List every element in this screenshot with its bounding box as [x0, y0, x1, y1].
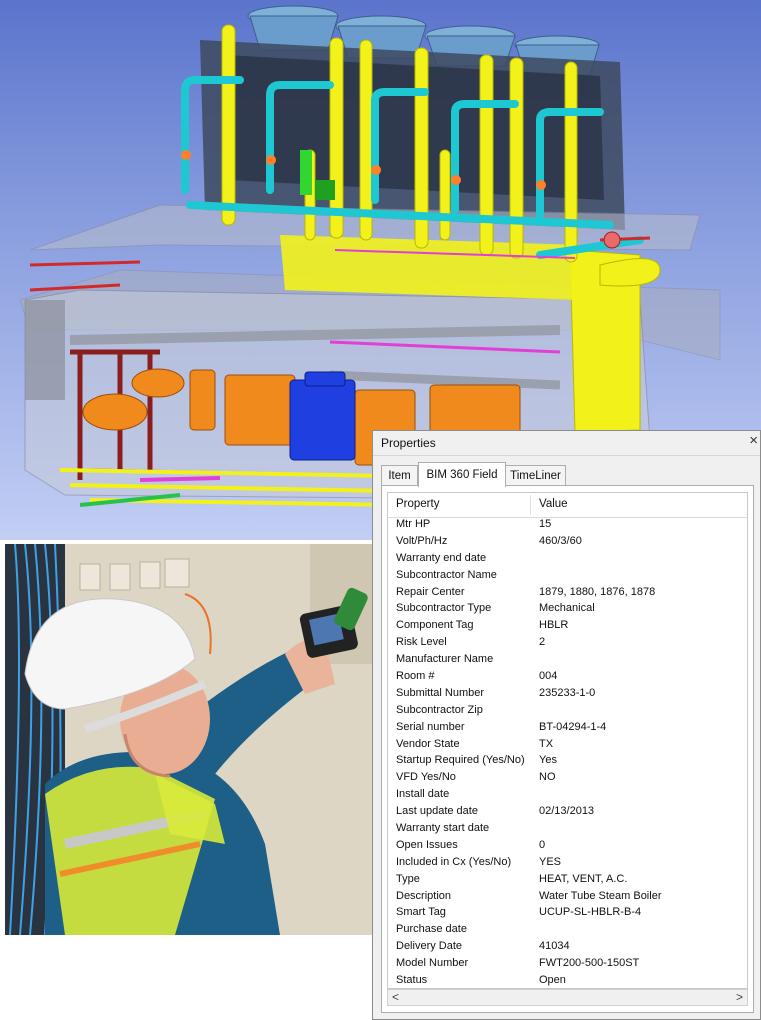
property-grid: Property Value Mtr HP 15 Volt/Ph/Hz 460/3/6…: [387, 492, 748, 989]
column-divider[interactable]: [530, 495, 531, 515]
table-row[interactable]: Warranty start date: [388, 821, 747, 838]
property-name: Subcontractor Zip: [396, 703, 483, 716]
scroll-left-icon[interactable]: <: [392, 990, 399, 1005]
properties-titlebar: Properties ×: [373, 431, 760, 456]
property-value: YES: [539, 855, 562, 868]
property-value: 235233-1-0: [539, 686, 596, 699]
table-row[interactable]: Smart Tag UCUP-SL-HBLR-B-4: [388, 905, 747, 922]
property-name: Manufacturer Name: [396, 653, 494, 666]
property-rows: Mtr HP 15 Volt/Ph/Hz 460/3/60 Warranty end d…: [388, 517, 747, 988]
worker-photo: [5, 544, 373, 935]
table-row[interactable]: Subcontractor Name: [388, 568, 747, 585]
property-name: Startup Required (Yes/No): [396, 754, 525, 767]
table-row[interactable]: VFD Yes/No NO: [388, 770, 747, 787]
property-value: 004: [539, 670, 558, 683]
property-name: Warranty start date: [396, 822, 490, 835]
property-value: Open: [539, 974, 566, 987]
property-name: Delivery Date: [396, 940, 463, 953]
properties-panel: Properties × Item BIM 360 Field TimeLine…: [372, 430, 761, 1020]
property-value: 0: [539, 838, 546, 851]
property-value: Yes: [539, 754, 557, 767]
table-row[interactable]: Install date: [388, 787, 747, 804]
property-name: Smart Tag: [396, 906, 446, 919]
table-row[interactable]: Vendor State TX: [388, 737, 747, 754]
property-value: 460/3/60: [539, 534, 582, 547]
tab-content: Property Value Mtr HP 15 Volt/Ph/Hz 460/3/6…: [381, 485, 754, 1013]
property-name: Purchase date: [396, 923, 467, 936]
property-name: Type: [396, 872, 420, 885]
table-row[interactable]: Warranty end date: [388, 551, 747, 568]
property-name: Description: [396, 889, 452, 902]
horizontal-scrollbar[interactable]: < >: [387, 989, 748, 1006]
table-row[interactable]: Delivery Date 41034: [388, 939, 747, 956]
property-name: Warranty end date: [396, 551, 487, 564]
close-icon[interactable]: ×: [749, 432, 758, 449]
property-name: Included in Cx (Yes/No): [396, 855, 512, 868]
property-value: Mechanical: [539, 602, 595, 615]
property-value: 2: [539, 636, 546, 649]
property-value: 15: [539, 518, 552, 530]
property-name: Install date: [396, 788, 450, 801]
property-value: UCUP-SL-HBLR-B-4: [539, 906, 642, 919]
property-value: NO: [539, 771, 556, 784]
table-row[interactable]: Risk Level 2: [388, 635, 747, 652]
property-value: 41034: [539, 940, 570, 953]
property-value: BT-04294-1-4: [539, 720, 607, 733]
blue-equipment: [289, 371, 356, 461]
property-name: Open Issues: [396, 838, 458, 851]
table-row[interactable]: Startup Required (Yes/No) Yes: [388, 753, 747, 770]
table-row[interactable]: Status Open: [388, 973, 747, 988]
property-value: 1879, 1880, 1876, 1878: [539, 585, 656, 598]
property-value: HBLR: [539, 619, 569, 632]
table-row[interactable]: Purchase date: [388, 922, 747, 939]
property-name: Subcontractor Name: [396, 568, 497, 581]
table-row[interactable]: Mtr HP 15: [388, 517, 747, 534]
property-name: Risk Level: [396, 636, 447, 649]
tab-bim-360-field[interactable]: BIM 360 Field: [418, 462, 506, 487]
table-row[interactable]: Component Tag HBLR: [388, 618, 747, 635]
table-row[interactable]: Submittal Number 235233-1-0: [388, 686, 747, 703]
table-row[interactable]: Serial number BT-04294-1-4: [388, 720, 747, 737]
worker-photo-drawing: [5, 544, 373, 935]
property-name: Submittal Number: [396, 686, 485, 699]
scroll-right-icon[interactable]: >: [736, 990, 743, 1005]
property-name: Repair Center: [396, 585, 465, 598]
table-row[interactable]: Included in Cx (Yes/No) YES: [388, 855, 747, 872]
property-value: 02/13/2013: [539, 805, 595, 818]
column-header-value[interactable]: Value: [539, 498, 568, 510]
property-name: Status: [396, 974, 428, 987]
grid-header: Property Value: [388, 493, 747, 518]
property-value: TX: [539, 737, 554, 750]
property-name: Component Tag: [396, 619, 474, 632]
property-name: VFD Yes/No: [396, 771, 456, 784]
table-row[interactable]: Type HEAT, VENT, A.C.: [388, 872, 747, 889]
property-name: Model Number: [396, 957, 469, 970]
property-name: Mtr HP: [396, 518, 431, 530]
properties-title: Properties: [381, 436, 436, 450]
property-name: Last update date: [396, 805, 478, 818]
property-value: FWT200-500-150ST: [539, 957, 640, 970]
table-row[interactable]: Open Issues 0: [388, 838, 747, 855]
table-row[interactable]: Last update date 02/13/2013: [388, 804, 747, 821]
tab-timeliner[interactable]: TimeLiner: [505, 465, 566, 486]
table-row[interactable]: Volt/Ph/Hz 460/3/60: [388, 534, 747, 551]
property-name: Subcontractor Type: [396, 602, 492, 615]
property-value: HEAT, VENT, A.C.: [539, 872, 628, 885]
table-row[interactable]: Manufacturer Name: [388, 652, 747, 669]
table-row[interactable]: Subcontractor Type Mechanical: [388, 601, 747, 618]
property-name: Room #: [396, 670, 435, 683]
column-header-property[interactable]: Property: [396, 498, 439, 510]
property-name: Vendor State: [396, 737, 460, 750]
table-row[interactable]: Model Number FWT200-500-150ST: [388, 956, 747, 973]
table-row[interactable]: Subcontractor Zip: [388, 703, 747, 720]
tab-item[interactable]: Item: [381, 465, 418, 486]
property-value: Water Tube Steam Boiler: [539, 889, 662, 902]
table-row[interactable]: Description Water Tube Steam Boiler: [388, 889, 747, 906]
property-name: Serial number: [396, 720, 465, 733]
property-name: Volt/Ph/Hz: [396, 534, 448, 547]
table-row[interactable]: Room # 004: [388, 669, 747, 686]
table-row[interactable]: Repair Center 1879, 1880, 1876, 1878: [388, 585, 747, 602]
